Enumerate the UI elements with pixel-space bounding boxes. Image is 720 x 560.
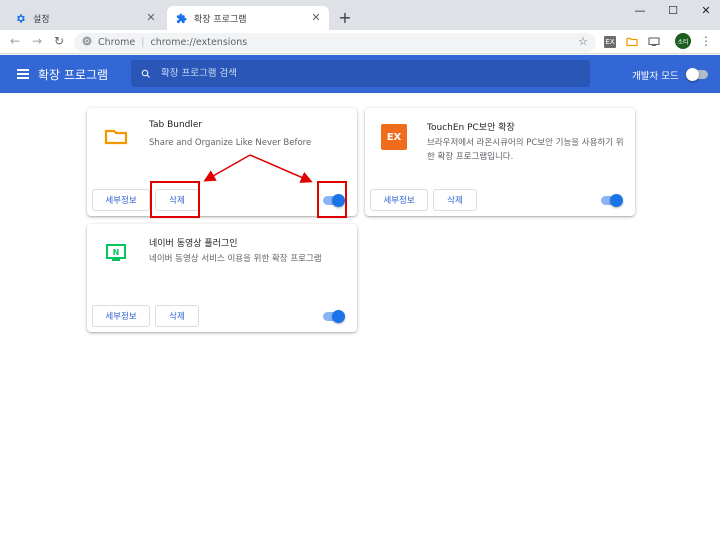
close-icon[interactable]: ✕ bbox=[144, 11, 158, 24]
minimize-icon[interactable]: — bbox=[630, 4, 650, 17]
extension-name: TouchEn PC보안 확장 bbox=[427, 123, 515, 133]
enable-toggle[interactable] bbox=[601, 194, 623, 207]
extensions-header: 확장 프로그램 개발자 모드 bbox=[0, 55, 720, 93]
remove-button[interactable]: 삭제 bbox=[433, 189, 477, 211]
site-label: Chrome bbox=[98, 37, 136, 48]
folder-icon bbox=[103, 124, 129, 150]
address-bar[interactable]: Chrome | chrome://extensions ☆ bbox=[74, 33, 596, 52]
new-tab-button[interactable]: + bbox=[338, 8, 352, 27]
extension-ex-icon[interactable]: EX bbox=[604, 36, 616, 48]
extension-description: 네이버 동영상 서비스 이용을 위한 확장 프로그램 bbox=[149, 254, 322, 264]
extension-card-naver: N 네이버 동영상 플러그인 네이버 동영상 서비스 이용을 위한 확장 프로그… bbox=[87, 224, 357, 332]
browser-toolbar: ← → ↻ Chrome | chrome://extensions ☆ EX bbox=[0, 30, 720, 54]
enable-toggle[interactable] bbox=[323, 310, 345, 323]
tab-title: 확장 프로그램 bbox=[194, 14, 247, 25]
details-button[interactable]: 세부정보 bbox=[92, 305, 150, 327]
annotation-box-remove bbox=[150, 181, 200, 218]
extension-name: 네이버 동영상 플러그인 bbox=[149, 239, 238, 249]
details-button[interactable]: 세부정보 bbox=[92, 189, 150, 211]
close-icon[interactable]: ✕ bbox=[309, 11, 323, 24]
menu-kebab-icon[interactable]: ⋮ bbox=[700, 33, 712, 49]
remove-button[interactable]: 삭제 bbox=[155, 305, 199, 327]
search-box[interactable] bbox=[131, 60, 590, 87]
extension-description: Share and Organize Like Never Before bbox=[149, 138, 312, 148]
reload-icon[interactable]: ↻ bbox=[52, 34, 66, 48]
svg-text:N: N bbox=[113, 248, 120, 257]
annotation-box-toggle bbox=[317, 181, 347, 218]
tab-strip: 설정 ✕ 확장 프로그램 ✕ + — ☐ ✕ bbox=[0, 0, 720, 30]
gear-icon bbox=[14, 12, 26, 24]
extension-card-touchen: EX TouchEn PC보안 확장 브라우저에서 라온시큐어의 PC보안 기능… bbox=[365, 108, 635, 216]
details-button[interactable]: 세부정보 bbox=[370, 189, 428, 211]
naver-toolbar-icon[interactable] bbox=[648, 36, 660, 48]
url-separator: | bbox=[141, 37, 145, 48]
naver-video-icon: N bbox=[103, 240, 129, 266]
bookmark-star-icon[interactable]: ☆ bbox=[578, 35, 588, 48]
dev-mode-label: 개발자 모드 bbox=[632, 71, 679, 82]
window-close-icon[interactable]: ✕ bbox=[696, 4, 716, 17]
ex-icon: EX bbox=[381, 124, 407, 150]
tab-bundler-toolbar-icon[interactable] bbox=[626, 36, 638, 48]
search-icon bbox=[141, 69, 150, 78]
tab-extensions[interactable]: 확장 프로그램 ✕ bbox=[167, 6, 329, 30]
puzzle-icon bbox=[175, 12, 187, 24]
chrome-logo-icon bbox=[82, 36, 92, 49]
tab-title: 설정 bbox=[33, 14, 50, 25]
extension-name: Tab Bundler bbox=[149, 120, 203, 130]
page-title: 확장 프로그램 bbox=[38, 68, 109, 82]
avatar[interactable]: 소티 bbox=[675, 33, 691, 49]
search-input[interactable] bbox=[161, 68, 561, 79]
hamburger-menu-icon[interactable] bbox=[17, 69, 29, 79]
tab-settings[interactable]: 설정 ✕ bbox=[6, 6, 164, 30]
maximize-icon[interactable]: ☐ bbox=[663, 4, 683, 17]
forward-icon[interactable]: → bbox=[30, 34, 44, 48]
url-text: chrome://extensions bbox=[150, 37, 248, 48]
back-icon[interactable]: ← bbox=[8, 34, 22, 48]
extension-description: 브라우저에서 라온시큐어의 PC보안 기능을 사용하기 위한 확장 프로그램입니… bbox=[427, 138, 624, 162]
dev-mode-toggle[interactable] bbox=[686, 68, 708, 81]
